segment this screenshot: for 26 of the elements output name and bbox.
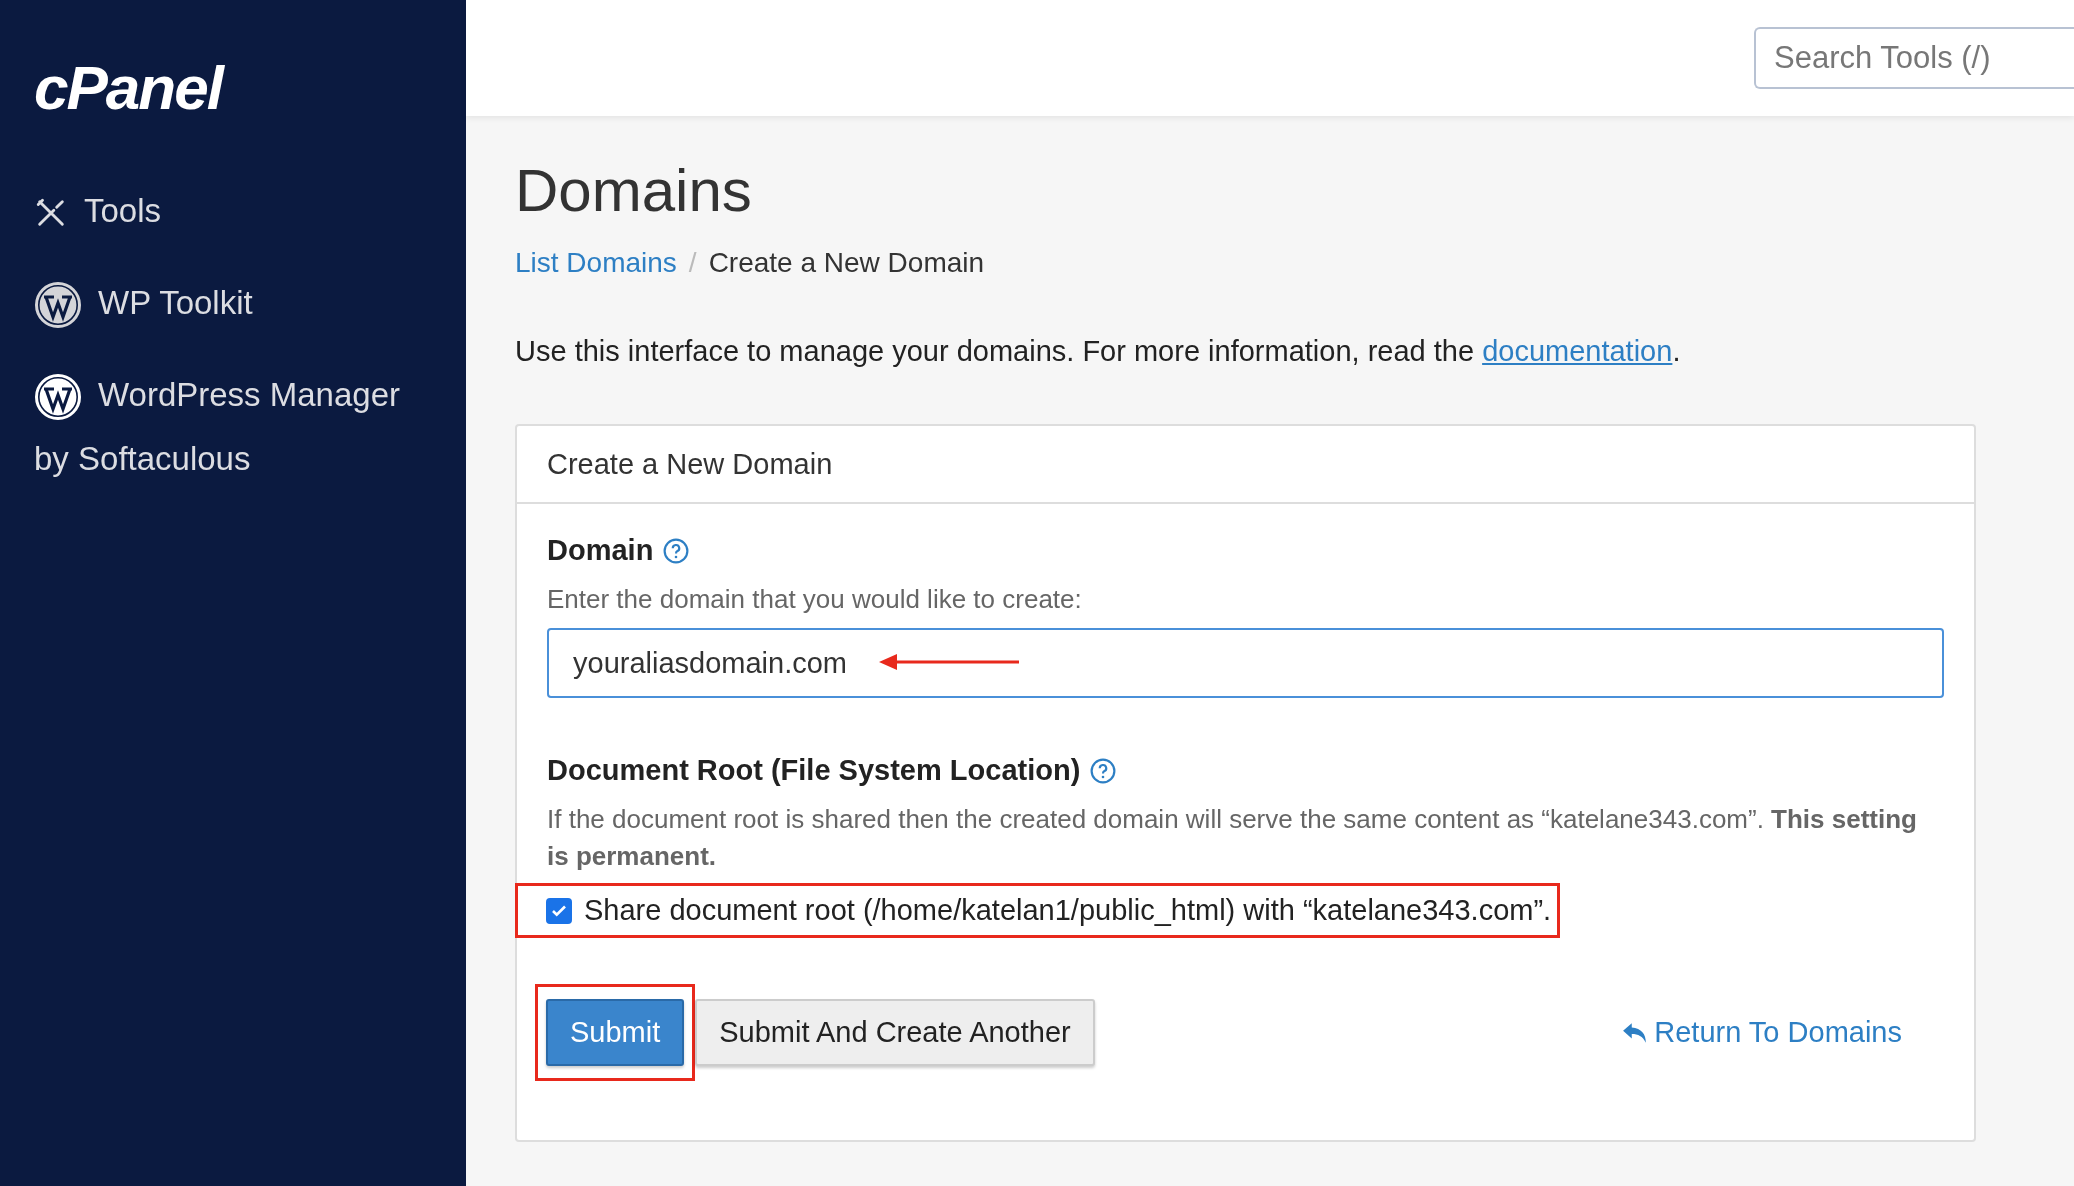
search-field[interactable]: Search Tools (/) — [1754, 27, 2074, 89]
share-checkbox[interactable] — [546, 897, 572, 924]
breadcrumb-link[interactable]: List Domains — [515, 247, 677, 279]
domain-label: Domain — [547, 534, 654, 567]
submit-button[interactable]: Submit — [546, 999, 685, 1066]
share-checkbox-label: Share document root (/home/katelan1/public_html) with “katelane343.com”. — [584, 894, 1552, 927]
sidebar-item[interactable]: Tools — [34, 179, 414, 243]
wordpress-icon — [34, 373, 82, 422]
intro-text: Use this interface to manage your domains. For more information, read the documentation. — [515, 335, 1682, 368]
breadcrumb-current: Create a New Domain — [708, 247, 985, 279]
page-title: Domains — [515, 156, 753, 225]
document-root-label: Document Root (File System Location) — [547, 754, 1081, 787]
documentation-link[interactable]: documentation — [1482, 335, 1673, 367]
cpanel-logo: cPanel — [34, 52, 222, 123]
domain-hint: Enter the domain that you would like to create: — [547, 583, 1083, 616]
breadcrumb-separator: / — [688, 247, 697, 279]
help-icon[interactable] — [663, 537, 690, 564]
document-root-hint: If the document root is shared then the created domain will serve the same content as “katelane343.com”. This setting is permanent. — [547, 803, 1918, 873]
sidebar-item[interactable]: WP Toolkit — [34, 271, 414, 335]
wordpress-icon — [34, 281, 82, 330]
domain-input-field[interactable]: youraliasdomain.com — [547, 628, 1944, 698]
panel-header: Create a New Domain — [517, 426, 1974, 504]
help-icon[interactable] — [1090, 757, 1117, 784]
secondary-button[interactable]: Submit And Create Another — [695, 999, 1095, 1066]
sidebar-item[interactable]: WordPress Manager by Softaculous — [34, 363, 414, 491]
reply-arrow-icon — [1622, 1020, 1649, 1045]
